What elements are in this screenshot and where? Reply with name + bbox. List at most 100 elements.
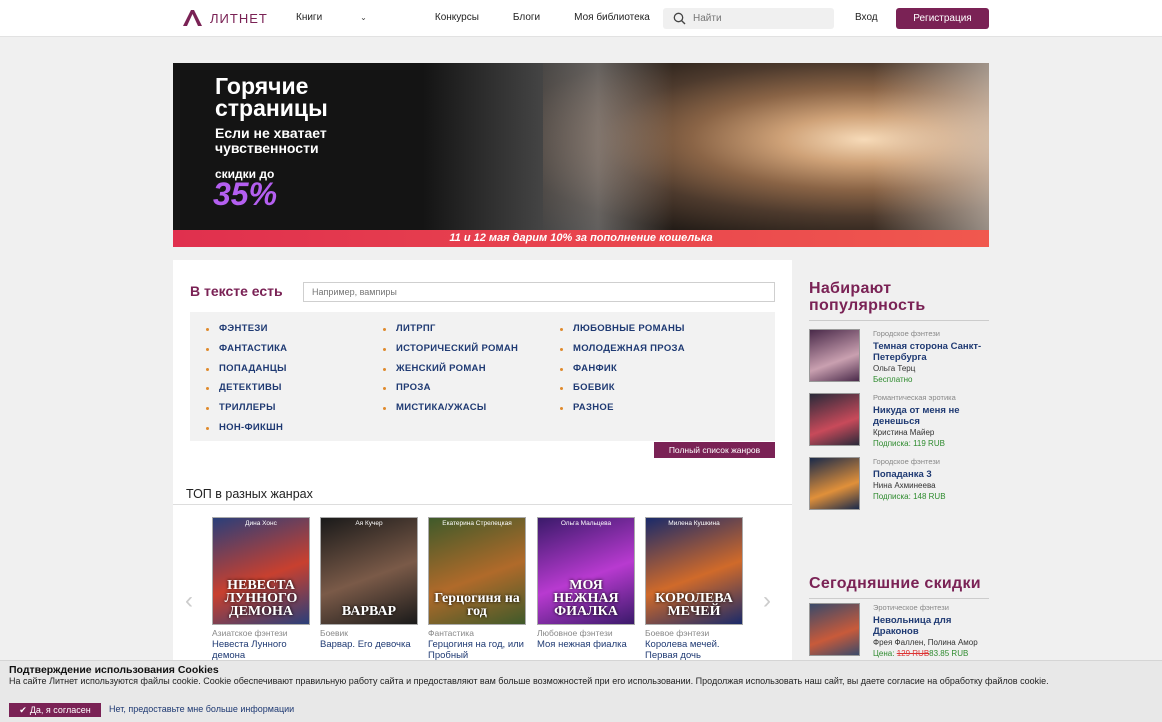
cover-title: НЕВЕСТА ЛУННОГО ДЕМОНА [224, 578, 298, 619]
genre-link[interactable]: ПРОЗА [396, 382, 431, 393]
book-cover[interactable]: Ольга Мальцева МОЯ НЕЖНАЯ ФИАЛКА [537, 517, 635, 625]
book-genre: Городское фэнтези [873, 329, 940, 338]
genre-list: ФЭНТЕЗИ ФАНТАСТИКА ПОПАДАНЦЫ ДЕТЕКТИВЫ ТРИЛЛ… [190, 312, 775, 441]
full-genre-list-button[interactable]: Полный список жанров [654, 442, 775, 458]
book-title[interactable]: Варвар. Его девочка [320, 639, 419, 650]
book-thumbnail[interactable] [809, 329, 860, 382]
genre-link[interactable]: ЛИТРПГ [396, 323, 436, 334]
book-card[interactable]: Ольга Мальцева МОЯ НЕЖНАЯ ФИАЛКА Любовное … [537, 517, 636, 650]
book-title[interactable]: Королева мечей. Первая дочь [645, 639, 744, 661]
cover-author: Дина Хонс [245, 520, 277, 527]
banner-strip: 11 и 12 мая дарим 10% за пополнение коше… [173, 230, 989, 247]
genre-link[interactable]: ПОПАДАНЦЫ [219, 363, 287, 374]
book-cover[interactable]: Милена Кушкина КОРОЛЕВА МЕЧЕЙ [645, 517, 743, 625]
book-cover[interactable]: Дина Хонс НЕВЕСТА ЛУННОГО ДЕМОНА [212, 517, 310, 625]
book-card[interactable]: Екатерина Стрелецкая Герцогиня на год Фант… [428, 517, 527, 661]
genre-link[interactable]: ЖЕНСКИЙ РОМАН [396, 363, 486, 374]
nav-contests[interactable]: Конкурсы [435, 12, 479, 23]
bullet-icon [560, 407, 563, 411]
bullet-icon [560, 387, 563, 391]
main-nav: Книги ⌄ Конкурсы Блоги Моя библиотека [296, 12, 684, 23]
book-card[interactable]: Ая Кучер ВАРВАР Боевик Варвар. Его девочка [320, 517, 419, 650]
book-title[interactable]: Невеста Лунного демона [212, 639, 311, 661]
nav-my-library[interactable]: Моя библиотека [574, 12, 650, 23]
genre-link[interactable]: ДЕТЕКТИВЫ [219, 382, 282, 393]
carousel-next-arrow[interactable]: › [763, 587, 771, 615]
book-thumbnail[interactable] [809, 457, 860, 510]
promo-banner[interactable]: Горячие страницы Если не хватает чувстве… [173, 63, 989, 247]
genre-link[interactable]: МИСТИКА/УЖАСЫ [396, 402, 486, 413]
cover-author: Ольга Мальцева [560, 520, 612, 527]
genre-link[interactable]: ТРИЛЛЕРЫ [219, 402, 276, 413]
banner-veil-right [873, 63, 989, 233]
carousel-prev-arrow[interactable]: ‹ [185, 587, 193, 615]
price-label: Цена: [873, 649, 895, 658]
banner-discount-value: 35% [213, 176, 278, 212]
cookie-accept-button[interactable]: ✔ Да, я согласен [9, 703, 101, 717]
nav-blogs[interactable]: Блоги [513, 12, 540, 23]
search-icon [673, 12, 686, 25]
genre-link[interactable]: ФАНТАСТИКА [219, 343, 287, 354]
login-link[interactable]: Вход [855, 12, 878, 23]
bullet-icon [206, 427, 209, 430]
genre-link[interactable]: НОН-ФИКШН [219, 422, 283, 433]
logo[interactable]: ЛИТНЕТ [181, 8, 268, 28]
book-author[interactable]: Кристина Майер [873, 428, 989, 438]
genre-link[interactable]: РАЗНОЕ [573, 402, 614, 413]
genre-link[interactable]: ФАНФИК [573, 363, 617, 374]
register-button[interactable]: Регистрация [896, 8, 989, 29]
book-thumbnail[interactable] [809, 603, 860, 656]
book-title[interactable]: Темная сторона Санкт-Петербурга [873, 341, 989, 363]
cookie-text: На сайте Литнет используются файлы cooki… [9, 676, 1049, 686]
book-genre: Фантастика [428, 628, 474, 638]
divider [809, 598, 989, 599]
cookie-banner: Подтверждение использования Cookies На с… [0, 660, 1162, 722]
new-price: 83.85 RUB [929, 649, 969, 658]
cover-title: МОЯ НЕЖНАЯ ФИАЛКА [553, 578, 619, 619]
logo-text: ЛИТНЕТ [210, 10, 268, 26]
book-cover[interactable]: Ая Кучер ВАРВАР [320, 517, 418, 625]
divider [173, 504, 792, 505]
check-icon: ✔ [19, 704, 27, 715]
banner-title: Горячие страницы [215, 73, 328, 121]
genre-link[interactable]: БОЕВИК [573, 382, 615, 393]
bullet-icon [560, 328, 563, 331]
text-search-label: В тексте есть [190, 283, 283, 299]
genre-link[interactable]: МОЛОДЕЖНАЯ ПРОЗА [573, 343, 685, 354]
book-cover[interactable]: Екатерина Стрелецкая Герцогиня на год [428, 517, 526, 625]
book-author[interactable]: Нина Ахминеева [873, 481, 989, 491]
book-title[interactable]: Попаданка 3 [873, 469, 989, 480]
cover-title: Герцогиня на год [434, 591, 520, 619]
book-price: Подписка: 119 RUB [873, 439, 945, 448]
book-title[interactable]: Невольница для Драконов [873, 615, 989, 637]
book-author[interactable]: Фрея Фаллен, Полина Амор [873, 638, 989, 648]
bullet-icon [206, 407, 209, 411]
book-title[interactable]: Никуда от меня не денешься [873, 405, 989, 427]
chevron-down-icon: ⌄ [360, 13, 367, 22]
book-author[interactable]: Ольга Терц [873, 364, 989, 374]
bullet-icon [206, 367, 209, 371]
bullet-icon [560, 347, 563, 351]
cookie-decline-link[interactable]: Нет, предоставьте мне больше информации [109, 704, 294, 714]
nav-books[interactable]: Книги ⌄ [296, 12, 401, 23]
book-title[interactable]: Моя нежная фиалка [537, 639, 636, 650]
book-card[interactable]: Милена Кушкина КОРОЛЕВА МЕЧЕЙ Боевое фэнте… [645, 517, 744, 661]
cover-author: Милена Кушкина [668, 520, 720, 527]
book-genre: Эротическое фэнтези [873, 603, 949, 612]
text-search-input[interactable] [303, 282, 775, 302]
discounts-title: Сегодняшние скидки [809, 575, 981, 592]
book-card[interactable]: Дина Хонс НЕВЕСТА ЛУННОГО ДЕМОНА Азиатское… [212, 517, 311, 661]
book-thumbnail[interactable] [809, 393, 860, 446]
cookie-accept-label: Да, я согласен [29, 705, 91, 715]
top-genres-title: ТОП в разных жанрах [186, 487, 313, 501]
nav-books-label: Книги [296, 12, 323, 23]
cover-author: Екатерина Стрелецкая [442, 520, 512, 527]
genre-link[interactable]: ФЭНТЕЗИ [219, 323, 268, 334]
genre-link[interactable]: ЛЮБОВНЫЕ РОМАНЫ [573, 323, 685, 334]
site-header: ЛИТНЕТ Книги ⌄ Конкурсы Блоги Моя библиот… [0, 0, 1162, 37]
bullet-icon [560, 367, 563, 371]
genre-link[interactable]: ИСТОРИЧЕСКИЙ РОМАН [396, 343, 518, 354]
search-input[interactable] [693, 11, 827, 26]
banner-veil [423, 63, 673, 233]
book-title[interactable]: Герцогиня на год, или Пробный [428, 639, 527, 661]
